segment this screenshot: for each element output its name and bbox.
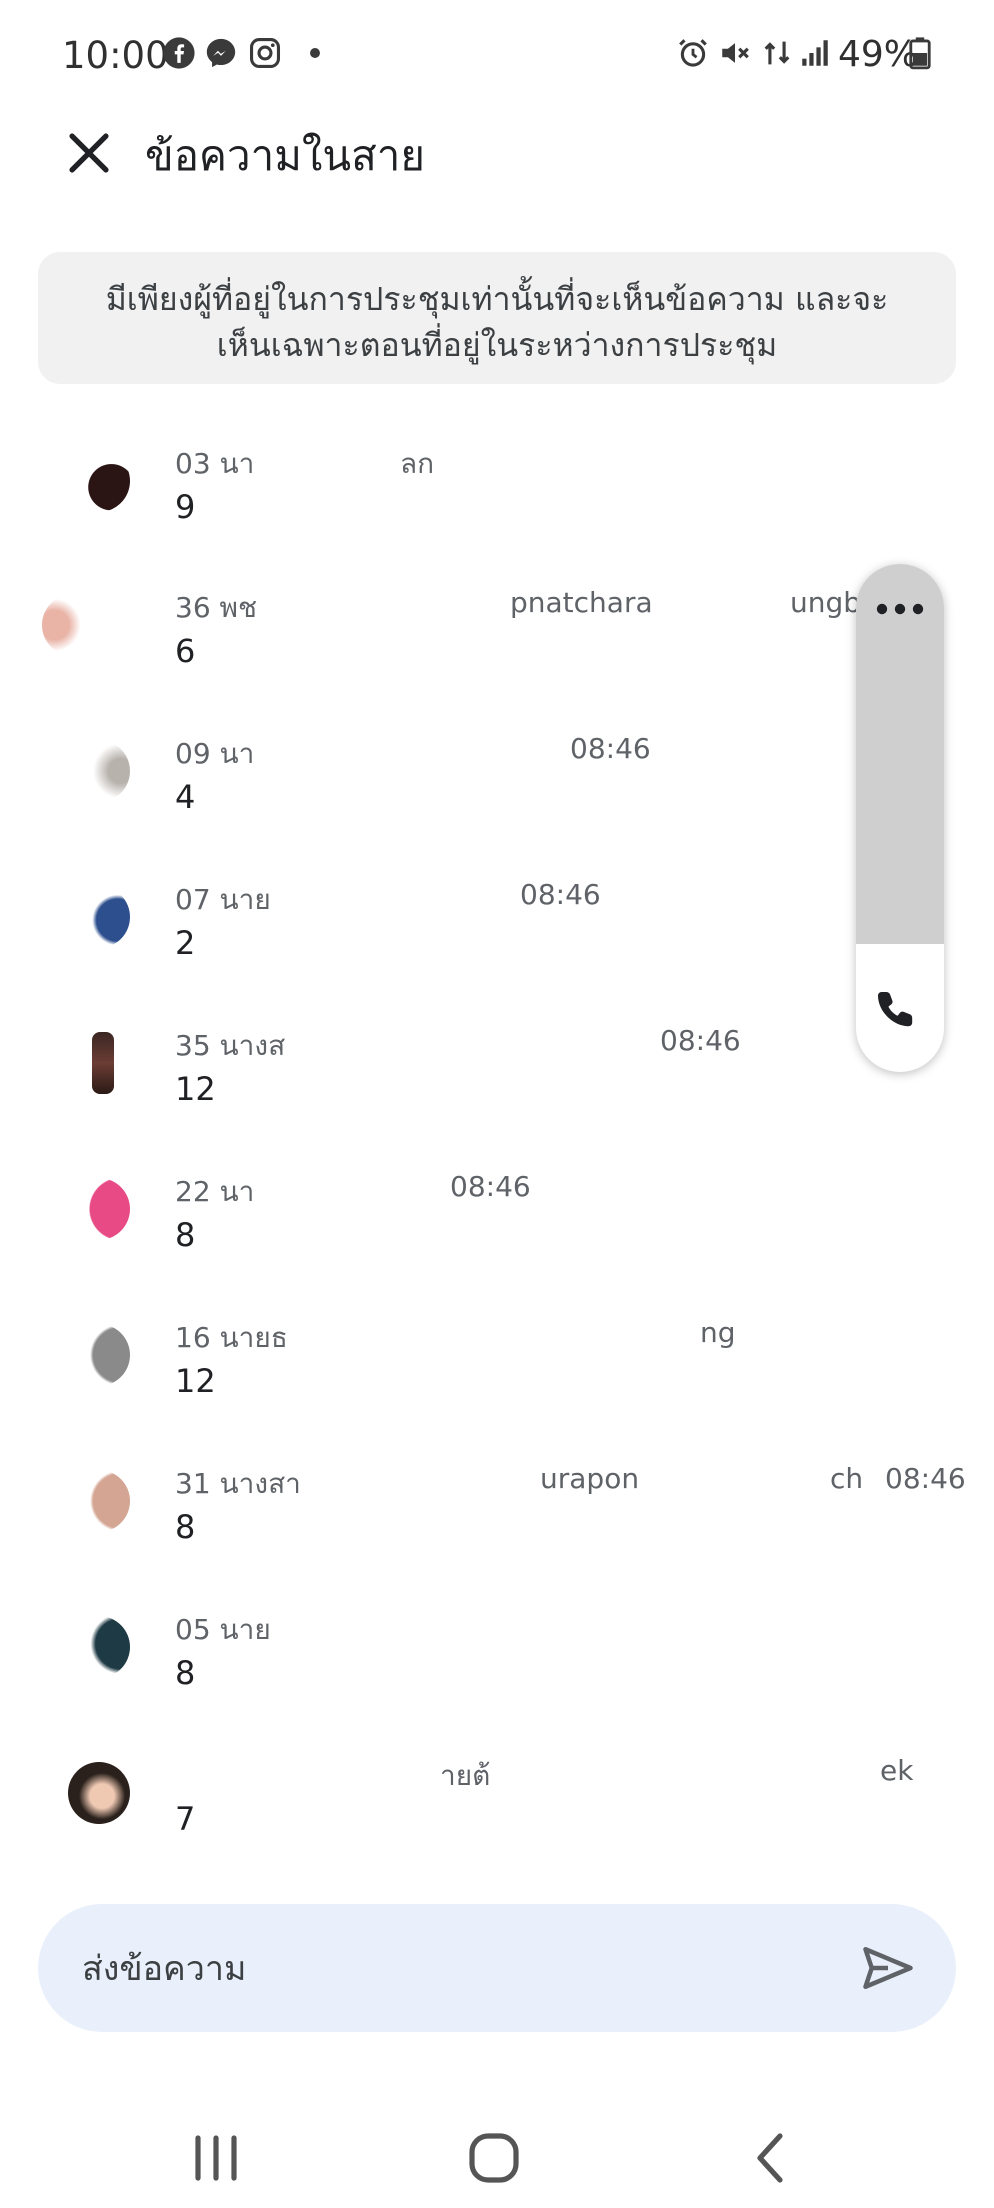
message-item: 35 นางส 08:46 12 xyxy=(0,1012,994,1152)
message-item: 03 นา ลก 9 xyxy=(0,430,994,570)
avatar xyxy=(68,1324,130,1386)
message-item: 22 นา 08:46 8 xyxy=(0,1158,994,1298)
avatar xyxy=(68,450,130,512)
message-text: 9 xyxy=(175,488,196,526)
message-text: 2 xyxy=(175,924,196,962)
more-horizontal-icon[interactable] xyxy=(856,584,944,634)
mute-icon xyxy=(722,43,749,63)
message-text: 8 xyxy=(175,1508,196,1546)
message-item: 05 นาย 8 xyxy=(0,1596,994,1736)
avatar xyxy=(42,594,104,656)
message-time: 08:46 xyxy=(885,1462,966,1495)
call-side-panel xyxy=(856,564,944,1072)
message-sender-end: ch xyxy=(830,1462,864,1495)
avatar xyxy=(68,1178,130,1240)
message-sender: 31 นางสา xyxy=(175,1467,301,1500)
instagram-icon xyxy=(249,37,281,69)
dot-icon xyxy=(310,48,320,58)
message-sender-end: ungb xyxy=(790,586,862,619)
facebook-icon xyxy=(163,37,195,69)
notice-line-1: มีเพียงผู้ที่อยู่ในการประชุมเท่านั้นที่จ… xyxy=(105,280,889,318)
message-text: 7 xyxy=(175,1800,196,1838)
message-item: 07 นาย 08:46 2 xyxy=(0,866,994,1006)
status-bar: 10:00 49% xyxy=(0,0,994,110)
message-sender-end: ek xyxy=(880,1754,914,1787)
send-icon[interactable] xyxy=(858,1938,918,1998)
message-time: 08:46 xyxy=(520,878,601,911)
avatar xyxy=(68,740,130,802)
system-nav-bar xyxy=(0,2110,994,2208)
message-text: 12 xyxy=(175,1070,216,1108)
message-sender: 03 นา xyxy=(175,447,255,480)
back-icon[interactable] xyxy=(732,2118,812,2198)
message-sender-tail: ng xyxy=(700,1316,736,1349)
message-sender: 07 นาย xyxy=(175,883,271,916)
recent-apps-icon[interactable] xyxy=(176,2118,256,2198)
status-time: 10:00 xyxy=(62,34,169,77)
message-sender: 05 นาย xyxy=(175,1613,271,1646)
message-text: 8 xyxy=(175,1654,196,1692)
message-input[interactable] xyxy=(80,1936,844,2002)
home-icon[interactable] xyxy=(454,2118,534,2198)
message-item: 31 นางสา urapon ch 08:46 8 xyxy=(0,1450,994,1590)
avatar xyxy=(68,1762,130,1824)
message-sender: 09 นา xyxy=(175,737,255,770)
message-composer xyxy=(38,1904,956,2032)
privacy-notice: มีเพียงผู้ที่อยู่ในการประชุมเท่านั้นที่จ… xyxy=(38,252,956,384)
message-text: 12 xyxy=(175,1362,216,1400)
messenger-icon xyxy=(206,38,236,68)
message-item: 16 นายธ ng 12 xyxy=(0,1304,994,1444)
message-sender: 22 นา xyxy=(175,1175,255,1208)
message-sender-tail: urapon xyxy=(540,1462,640,1495)
message-sender: 35 นางส xyxy=(175,1029,286,1062)
close-icon[interactable] xyxy=(60,124,118,182)
message-item: 09 นา 08:46 4 xyxy=(0,720,994,860)
message-sender-tail: ายต้ xyxy=(440,1759,491,1792)
page-title: ข้อความในสาย xyxy=(145,131,425,180)
data-icon xyxy=(764,41,790,65)
avatar xyxy=(92,1032,114,1094)
alarm-icon xyxy=(679,39,707,67)
message-text: 8 xyxy=(175,1216,196,1254)
message-time: 08:46 xyxy=(450,1170,531,1203)
message-time: 08:46 xyxy=(660,1024,741,1057)
message-sender-tail: pnatchara xyxy=(510,586,653,619)
message-text: 4 xyxy=(175,778,196,816)
message-sender-tail: ลก xyxy=(400,447,435,480)
battery-icon xyxy=(909,37,931,70)
message-item: 36 พช pnatchara ungb 6 xyxy=(0,574,994,714)
message-item: ายต้ ek 7 xyxy=(0,1742,994,1882)
message-sender: 36 พช xyxy=(175,591,257,624)
message-sender: 16 นายธ xyxy=(175,1321,288,1354)
avatar xyxy=(68,886,130,948)
phone-icon[interactable] xyxy=(856,974,944,1046)
signal-icon xyxy=(802,40,828,66)
message-time: 08:46 xyxy=(570,732,651,765)
avatar xyxy=(68,1616,130,1678)
notice-line-2: เห็นเฉพาะตอนที่อยู่ในระหว่างการประชุม xyxy=(216,326,778,364)
message-text: 6 xyxy=(175,632,196,670)
avatar xyxy=(68,1470,130,1532)
